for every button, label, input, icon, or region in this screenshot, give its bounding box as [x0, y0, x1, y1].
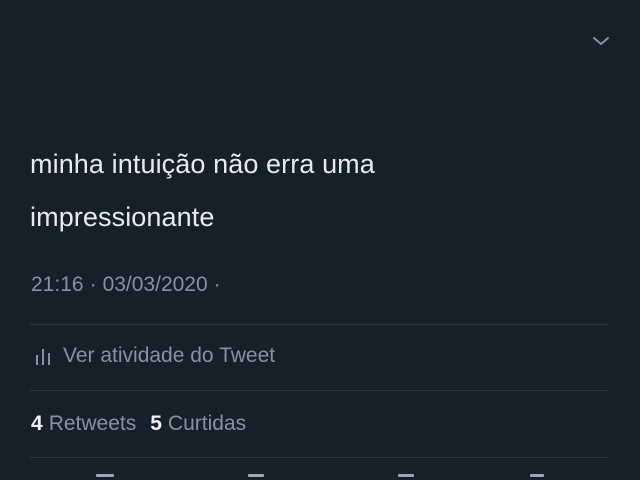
tweet-detail: minha intuição não erra uma impressionan…	[0, 0, 640, 480]
tweet-text-line: impressionante	[30, 202, 215, 232]
likes-count: 5	[150, 412, 162, 435]
tweet-action-bar	[0, 468, 640, 480]
divider	[30, 324, 608, 325]
like-icon[interactable]	[398, 474, 414, 477]
divider	[30, 390, 608, 391]
retweets-label: Retweets	[48, 412, 137, 435]
share-icon[interactable]	[530, 474, 544, 477]
retweet-icon[interactable]	[248, 474, 264, 477]
chevron-down-icon[interactable]	[590, 30, 612, 52]
tweet-stats: 4 Retweets 5 Curtidas	[31, 409, 260, 439]
view-tweet-activity-link[interactable]: Ver atividade do Tweet	[32, 341, 275, 371]
retweets-count: 4	[31, 412, 43, 435]
reply-icon[interactable]	[96, 474, 114, 477]
tweet-timestamp: 21:16 · 03/03/2020 ·	[31, 273, 227, 297]
meta-separator: ·	[89, 273, 97, 296]
meta-separator: ·	[213, 273, 221, 296]
bar-chart-icon	[36, 349, 50, 365]
likes-label: Curtidas	[167, 412, 247, 435]
tweet-date: 03/03/2020	[102, 273, 208, 296]
divider	[30, 457, 608, 458]
tweet-text: minha intuição não erra uma impressionan…	[30, 138, 590, 244]
tweet-time: 21:16	[31, 273, 84, 296]
activity-label: Ver atividade do Tweet	[63, 344, 276, 367]
likes-stat[interactable]: 5 Curtidas	[150, 412, 246, 436]
tweet-text-line: minha intuição não erra uma	[30, 149, 375, 179]
retweets-stat[interactable]: 4 Retweets	[31, 412, 136, 436]
